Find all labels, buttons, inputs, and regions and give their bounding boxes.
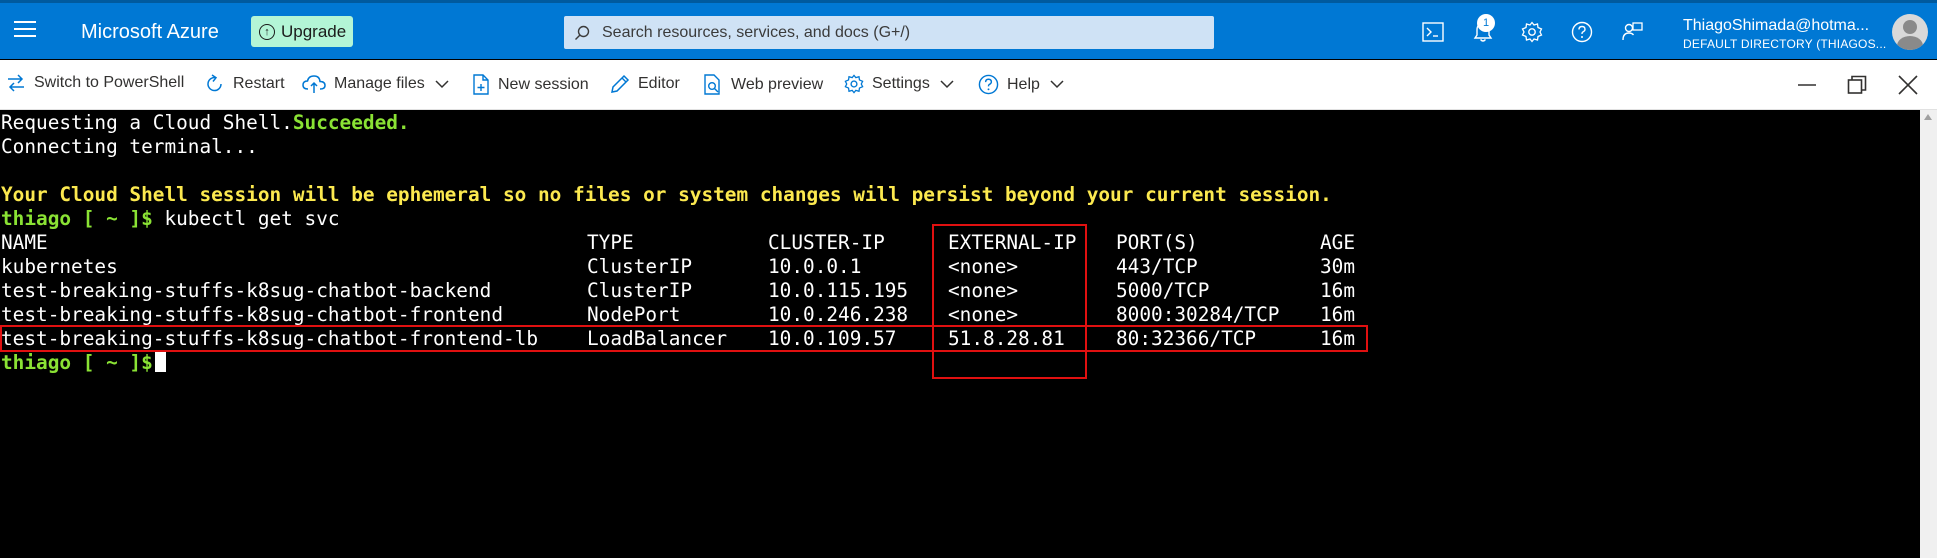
cell-name: test-breaking-stuffs-k8sug-chatbot-front…	[1, 303, 503, 326]
close-button[interactable]	[1895, 72, 1921, 98]
terminal-command-line: thiago [ ~ ]$ kubectl get svc	[1, 207, 340, 231]
cell-age: AGE	[1320, 231, 1356, 254]
upgrade-button[interactable]: ↑ Upgrade	[251, 16, 353, 47]
web-preview-button[interactable]: Web preview	[703, 74, 823, 95]
help-menu-button[interactable]: Help	[978, 74, 1064, 95]
switch-to-powershell-button[interactable]: Switch to PowerShell	[6, 74, 184, 92]
manage-files-button[interactable]: Manage files	[302, 74, 449, 94]
cell-ports: 443/TCP	[1116, 255, 1198, 278]
cell-age: 30m	[1320, 255, 1356, 278]
restart-button[interactable]: Restart	[205, 74, 285, 94]
gear-icon	[844, 74, 864, 94]
manage-files-label: Manage files	[334, 75, 425, 92]
cell-name: test-breaking-stuffs-k8sug-chatbot-backe…	[1, 279, 492, 302]
cell-age: 16m	[1320, 303, 1356, 326]
cell-type: TYPE	[587, 231, 634, 254]
restore-window-icon	[1847, 75, 1867, 94]
cell-type: ClusterIP	[587, 279, 693, 302]
terminal-final-prompt-line: thiago [ ~ ]$	[1, 351, 166, 375]
terminal-cursor	[154, 352, 166, 372]
terminal[interactable]: Requesting a Cloud Shell.Succeeded. Conn…	[0, 110, 1920, 558]
cell-cluster-ip: 10.0.0.1	[768, 255, 862, 278]
help-icon[interactable]	[1567, 17, 1597, 47]
pencil-icon	[611, 74, 630, 93]
help-icon	[978, 74, 999, 95]
cell-cluster-ip: CLUSTER-IP	[768, 231, 885, 254]
notification-count-badge: 1	[1477, 14, 1495, 32]
cloud-shell-toolbar: Switch to PowerShell Restart Manage file…	[0, 60, 1937, 110]
minimize-button[interactable]	[1794, 72, 1820, 98]
new-session-icon	[473, 74, 489, 95]
cell-age: 16m	[1320, 279, 1356, 302]
menu-icon[interactable]	[14, 21, 36, 39]
account-directory: DEFAULT DIRECTORY (THIAGOS...	[1683, 37, 1887, 51]
terminal-line-requesting: Requesting a Cloud Shell.Succeeded.	[1, 111, 410, 135]
settings-button[interactable]: Settings	[844, 74, 954, 94]
terminal-line-connecting: Connecting terminal...	[1, 135, 258, 158]
settings-label: Settings	[872, 75, 930, 92]
upload-cloud-icon	[302, 75, 326, 93]
highlight-column-box	[932, 224, 1087, 379]
chevron-down-icon	[1050, 80, 1064, 89]
cell-type: ClusterIP	[587, 255, 693, 278]
cell-name: kubernetes	[1, 255, 118, 278]
web-preview-icon	[704, 74, 720, 95]
gear-icon[interactable]	[1517, 17, 1547, 47]
account-info[interactable]: ThiagoShimada@hotma... DEFAULT DIRECTORY…	[1683, 17, 1886, 51]
search-icon	[575, 25, 590, 40]
requesting-text: Requesting a Cloud Shell.	[1, 111, 293, 134]
cell-type: NodePort	[587, 303, 681, 326]
terminal-scrollbar[interactable]	[1920, 110, 1937, 558]
switch-icon	[8, 74, 24, 92]
succeeded-text: Succeeded.	[292, 111, 410, 134]
portal-brand[interactable]: Microsoft Azure	[81, 21, 219, 44]
chevron-down-icon	[435, 79, 449, 88]
feedback-icon[interactable]	[1617, 17, 1647, 47]
prompt: thiago [ ~ ]$	[1, 207, 153, 230]
editor-button[interactable]: Editor	[610, 74, 680, 94]
minimize-icon	[1798, 84, 1816, 86]
upgrade-arrow-icon: ↑	[259, 23, 275, 40]
account-email: ThiagoShimada@hotma...	[1683, 17, 1870, 34]
cell-cluster-ip: 10.0.115.195	[768, 279, 909, 302]
editor-label: Editor	[638, 75, 680, 92]
restart-label: Restart	[233, 75, 285, 92]
close-icon	[1898, 75, 1918, 95]
upgrade-label: Upgrade	[281, 21, 347, 41]
restart-icon	[207, 74, 222, 92]
cell-ports: 8000:30284/TCP	[1116, 303, 1280, 326]
chevron-down-icon	[940, 79, 954, 88]
search-input[interactable]: Search resources, services, and docs (G+…	[564, 16, 1214, 49]
scroll-up-icon	[1924, 114, 1932, 120]
cell-ports: PORT(S)	[1116, 231, 1198, 254]
avatar[interactable]	[1892, 14, 1928, 50]
help-label: Help	[1007, 75, 1040, 93]
terminal-warning: Your Cloud Shell session will be ephemer…	[1, 183, 1332, 206]
command-text: kubectl get svc	[152, 207, 340, 230]
cell-cluster-ip: 10.0.246.238	[768, 303, 909, 326]
cloud-shell-icon[interactable]	[1418, 17, 1448, 47]
switch-label: Switch to PowerShell	[34, 74, 185, 91]
new-session-button[interactable]: New session	[472, 74, 589, 95]
search-placeholder: Search resources, services, and docs (G+…	[602, 23, 911, 41]
maximize-button[interactable]	[1844, 72, 1870, 98]
web-preview-label: Web preview	[731, 75, 824, 93]
new-session-label: New session	[498, 75, 589, 93]
cell-ports: 5000/TCP	[1116, 279, 1210, 302]
final-prompt: thiago [ ~ ]$	[1, 351, 153, 374]
cell-name: NAME	[1, 231, 48, 254]
highlight-row-box	[0, 325, 1368, 352]
